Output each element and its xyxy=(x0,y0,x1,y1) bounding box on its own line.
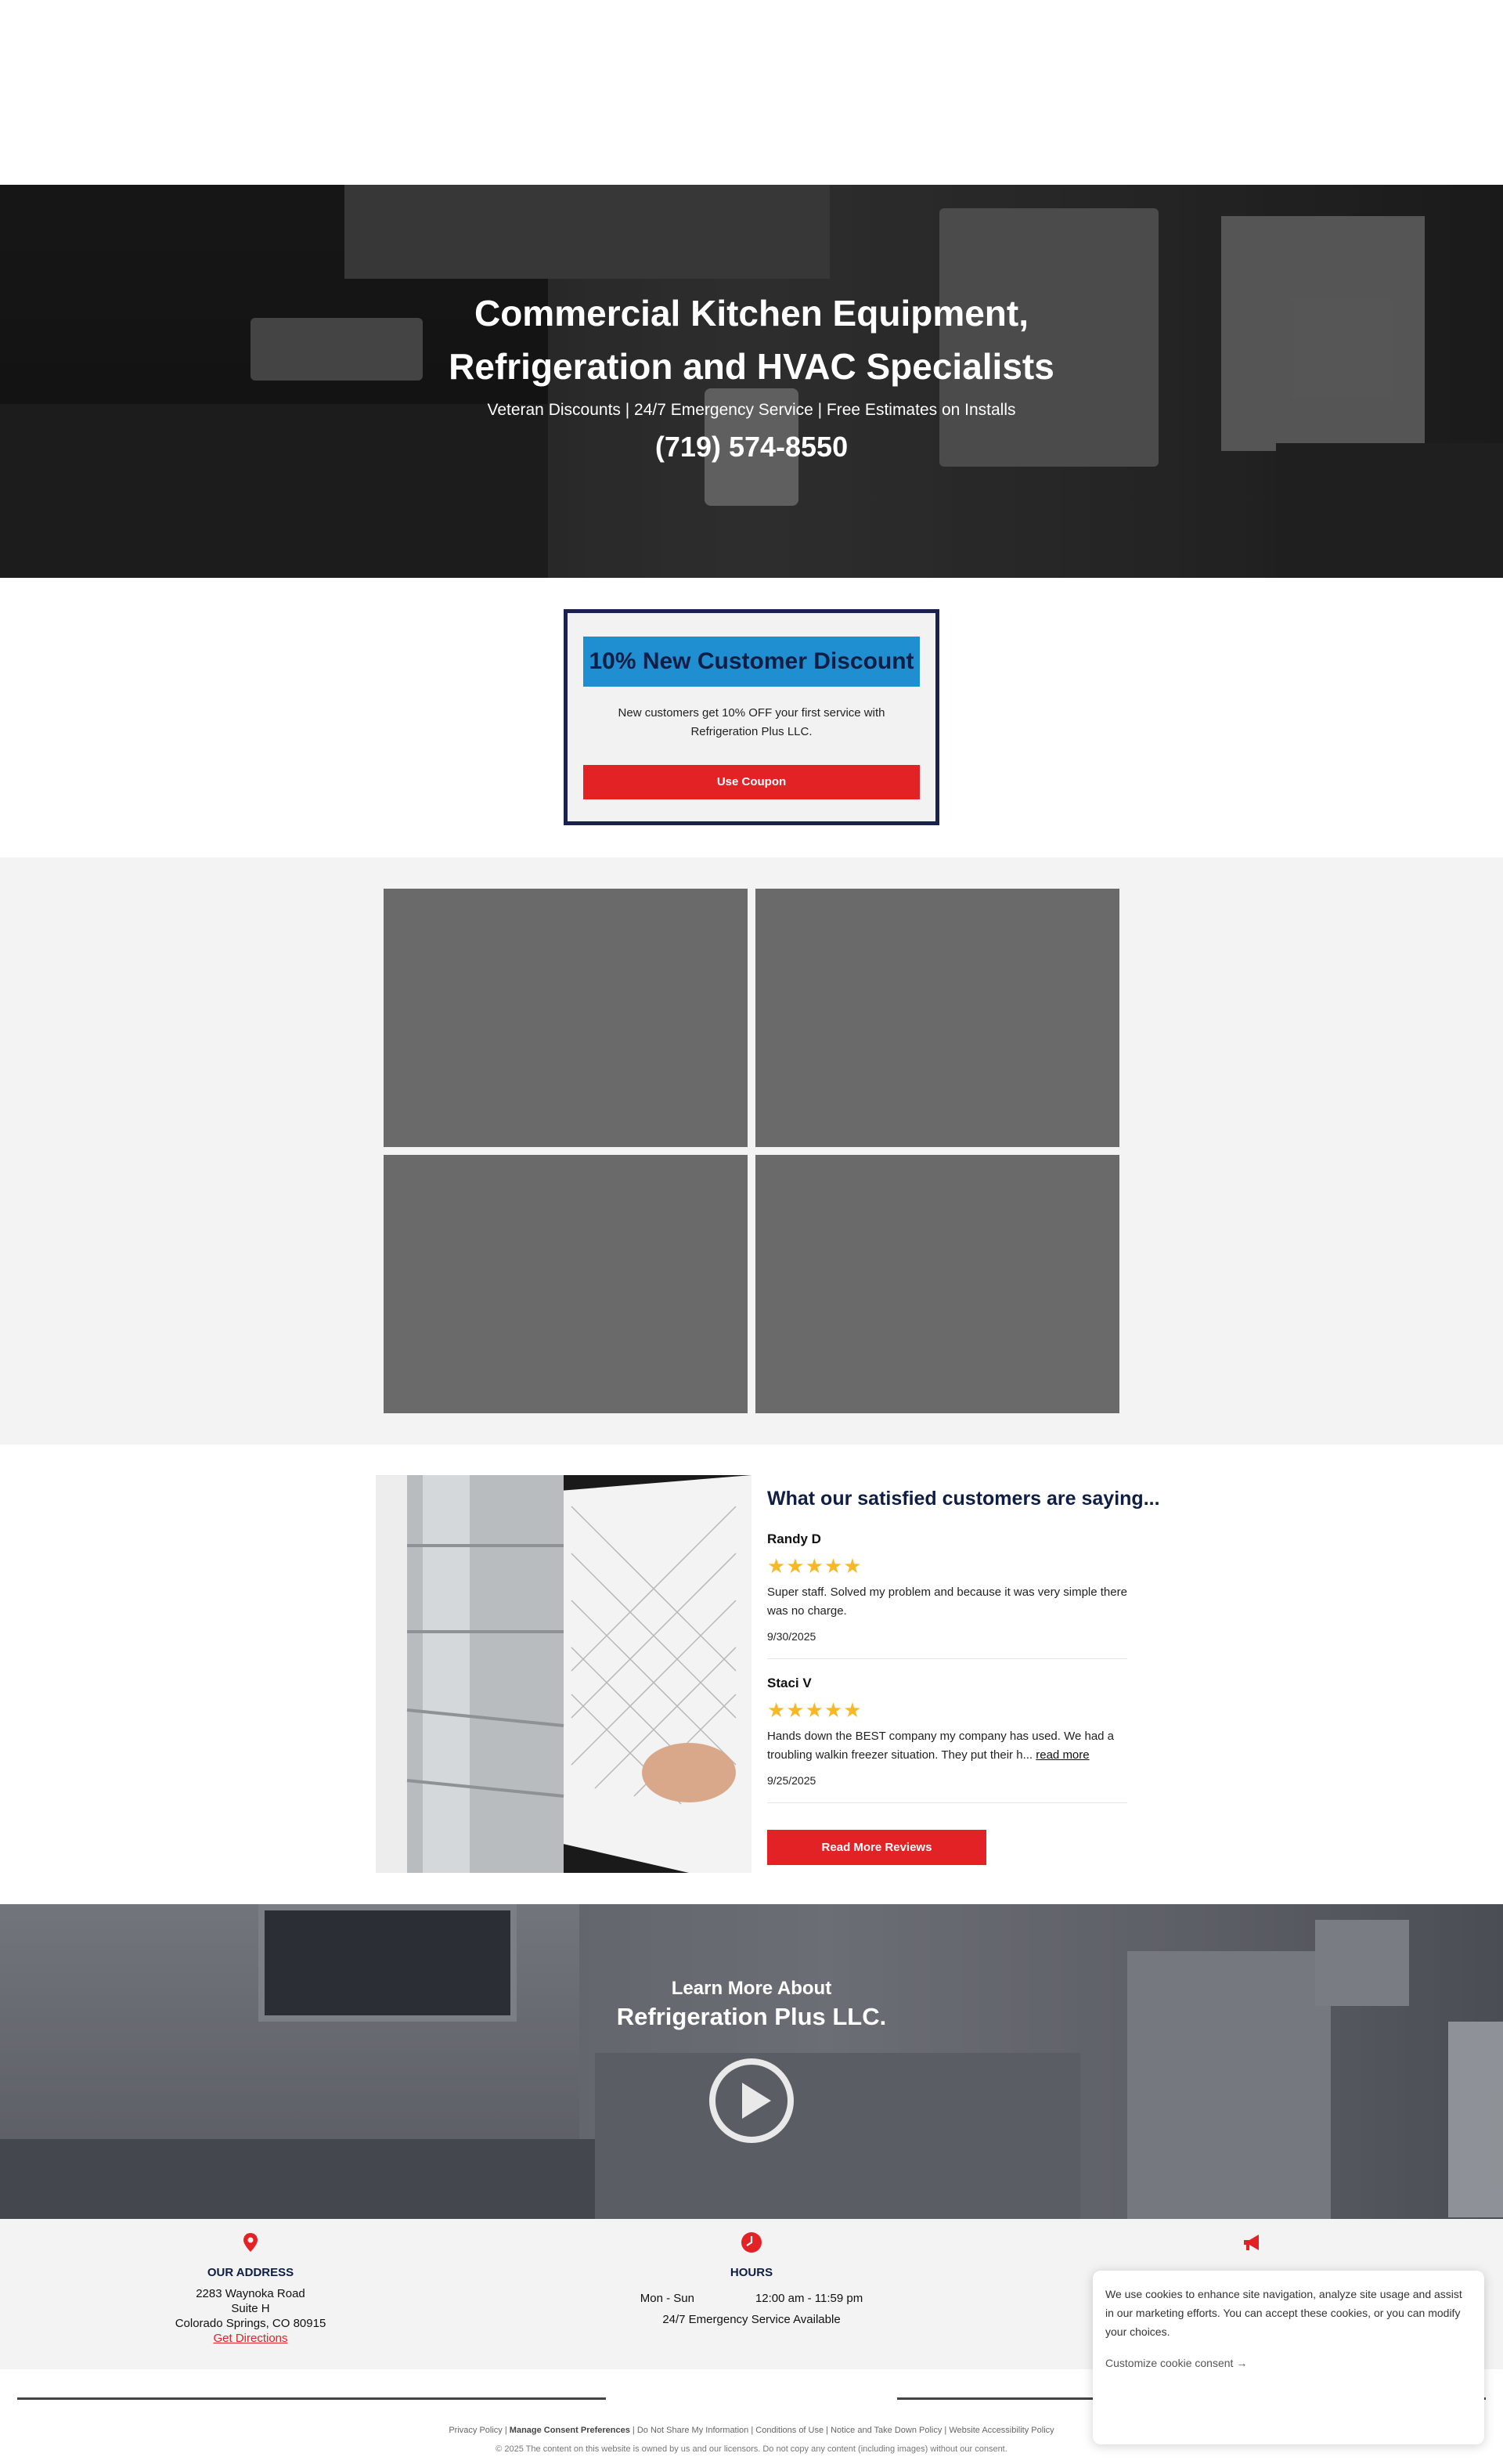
coupon-card: 10% New Customer Discount New customers … xyxy=(564,609,939,825)
coupon-text-line2: Refrigeration Plus LLC. xyxy=(690,725,813,738)
customize-cookie-label: Customize cookie consent xyxy=(1105,2357,1234,2369)
review-text: Super staff. Solved my problem and becau… xyxy=(767,1583,1127,1621)
reviews-heading: What our satisfied customers are saying.… xyxy=(767,1488,1160,1510)
privacy-policy-link[interactable]: Privacy Policy xyxy=(449,2426,502,2435)
coupon-text: New customers get 10% OFF your first ser… xyxy=(599,704,904,741)
hours-time: 12:00 am - 11:59 pm xyxy=(755,2292,863,2305)
star-rating-icon: ★★★★★ xyxy=(767,1554,863,1578)
read-more-link[interactable]: read more xyxy=(1036,1748,1089,1762)
clock-icon xyxy=(741,2231,762,2253)
address-line1: 2283 Waynoka Road xyxy=(196,2287,305,2300)
review-divider xyxy=(767,1658,1127,1659)
takedown-policy-link[interactable]: Notice and Take Down Policy xyxy=(831,2426,942,2435)
hours-lines: Mon - Sun 12:00 am - 11:59 pm 24/7 Emerge… xyxy=(556,2291,947,2327)
address-line3: Colorado Springs, CO 80915 xyxy=(175,2317,326,2330)
hours-days: Mon - Sun xyxy=(640,2292,694,2305)
play-icon[interactable] xyxy=(708,2058,795,2144)
do-not-share-link[interactable]: Do Not Share My Information xyxy=(637,2426,748,2435)
read-more-reviews-button[interactable]: Read More Reviews xyxy=(767,1830,986,1865)
megaphone-icon xyxy=(1242,2231,1263,2253)
review-date: 9/30/2025 xyxy=(767,1630,816,1643)
address-heading: OUR ADDRESS xyxy=(207,2266,294,2279)
hvac-duct-photo xyxy=(376,1475,752,1873)
map-pin-icon xyxy=(240,2231,261,2253)
hero-subtitle: Veteran Discounts | 24/7 Emergency Servi… xyxy=(487,401,1016,419)
hours-heading: HOURS xyxy=(730,2266,773,2279)
use-coupon-button[interactable]: Use Coupon xyxy=(583,765,920,799)
hero-phone-link[interactable]: (719) 574-8550 xyxy=(517,431,986,464)
manage-consent-link[interactable]: Manage Consent Preferences xyxy=(510,2426,630,2435)
review-divider xyxy=(767,1802,1127,1803)
about-video-section: Learn More About Refrigeration Plus LLC. xyxy=(0,1904,1503,2219)
address-lines: 2283 Waynoka Road Suite H Colorado Sprin… xyxy=(55,2286,446,2346)
conditions-of-use-link[interactable]: Conditions of Use xyxy=(755,2426,824,2435)
arrow-right-icon: → xyxy=(1236,2357,1248,2369)
review-item: Randy D ★★★★★ Super staff. Solved my pro… xyxy=(767,1531,1127,1659)
hero-title: Commercial Kitchen Equipment, Refrigerat… xyxy=(360,287,1143,393)
cookie-text: We use cookies to enhance site navigatio… xyxy=(1105,2288,1462,2338)
footer-divider-left xyxy=(17,2397,606,2400)
footer-legal-links: Privacy Policy | Manage Consent Preferen… xyxy=(449,2426,1054,2435)
review-author: Staci V xyxy=(767,1676,812,1690)
gallery-tile[interactable] xyxy=(755,889,1119,1147)
gallery-tile[interactable] xyxy=(384,1155,748,1413)
photo-gallery xyxy=(0,857,1503,1445)
coupon-text-line1: New customers get 10% OFF your first ser… xyxy=(618,706,885,720)
hero-title-line2: Refrigeration and HVAC Specialists xyxy=(449,346,1054,387)
star-rating-icon: ★★★★★ xyxy=(767,1698,863,1722)
hero-title-line1: Commercial Kitchen Equipment, xyxy=(474,293,1029,334)
review-text: Hands down the BEST company my company h… xyxy=(767,1727,1127,1765)
site-header xyxy=(0,0,1503,185)
emergency-note: 24/7 Emergency Service Available xyxy=(662,2313,841,2326)
get-directions-link[interactable]: Get Directions xyxy=(213,2332,287,2345)
video-kicker: Learn More About xyxy=(671,1978,832,1999)
coupon-title: 10% New Customer Discount xyxy=(583,637,920,687)
cookie-consent-banner: We use cookies to enhance site navigatio… xyxy=(1093,2271,1484,2444)
review-body: Super staff. Solved my problem and becau… xyxy=(767,1586,1127,1618)
hero-banner: Commercial Kitchen Equipment, Refrigerat… xyxy=(0,185,1503,578)
customize-cookie-link[interactable]: Customize cookie consent → xyxy=(1105,2357,1247,2369)
video-title: Refrigeration Plus LLC. xyxy=(616,2003,887,2030)
review-item: Staci V ★★★★★ Hands down the BEST compan… xyxy=(767,1676,1127,1803)
copyright-text: © 2025 The content on this website is ow… xyxy=(496,2444,1007,2454)
review-date: 9/25/2025 xyxy=(767,1774,816,1787)
address-line2: Suite H xyxy=(231,2302,270,2315)
accessibility-policy-link[interactable]: Website Accessibility Policy xyxy=(949,2426,1054,2435)
review-author: Randy D xyxy=(767,1531,821,1546)
gallery-tile[interactable] xyxy=(755,1155,1119,1413)
gallery-tile[interactable] xyxy=(384,889,748,1147)
